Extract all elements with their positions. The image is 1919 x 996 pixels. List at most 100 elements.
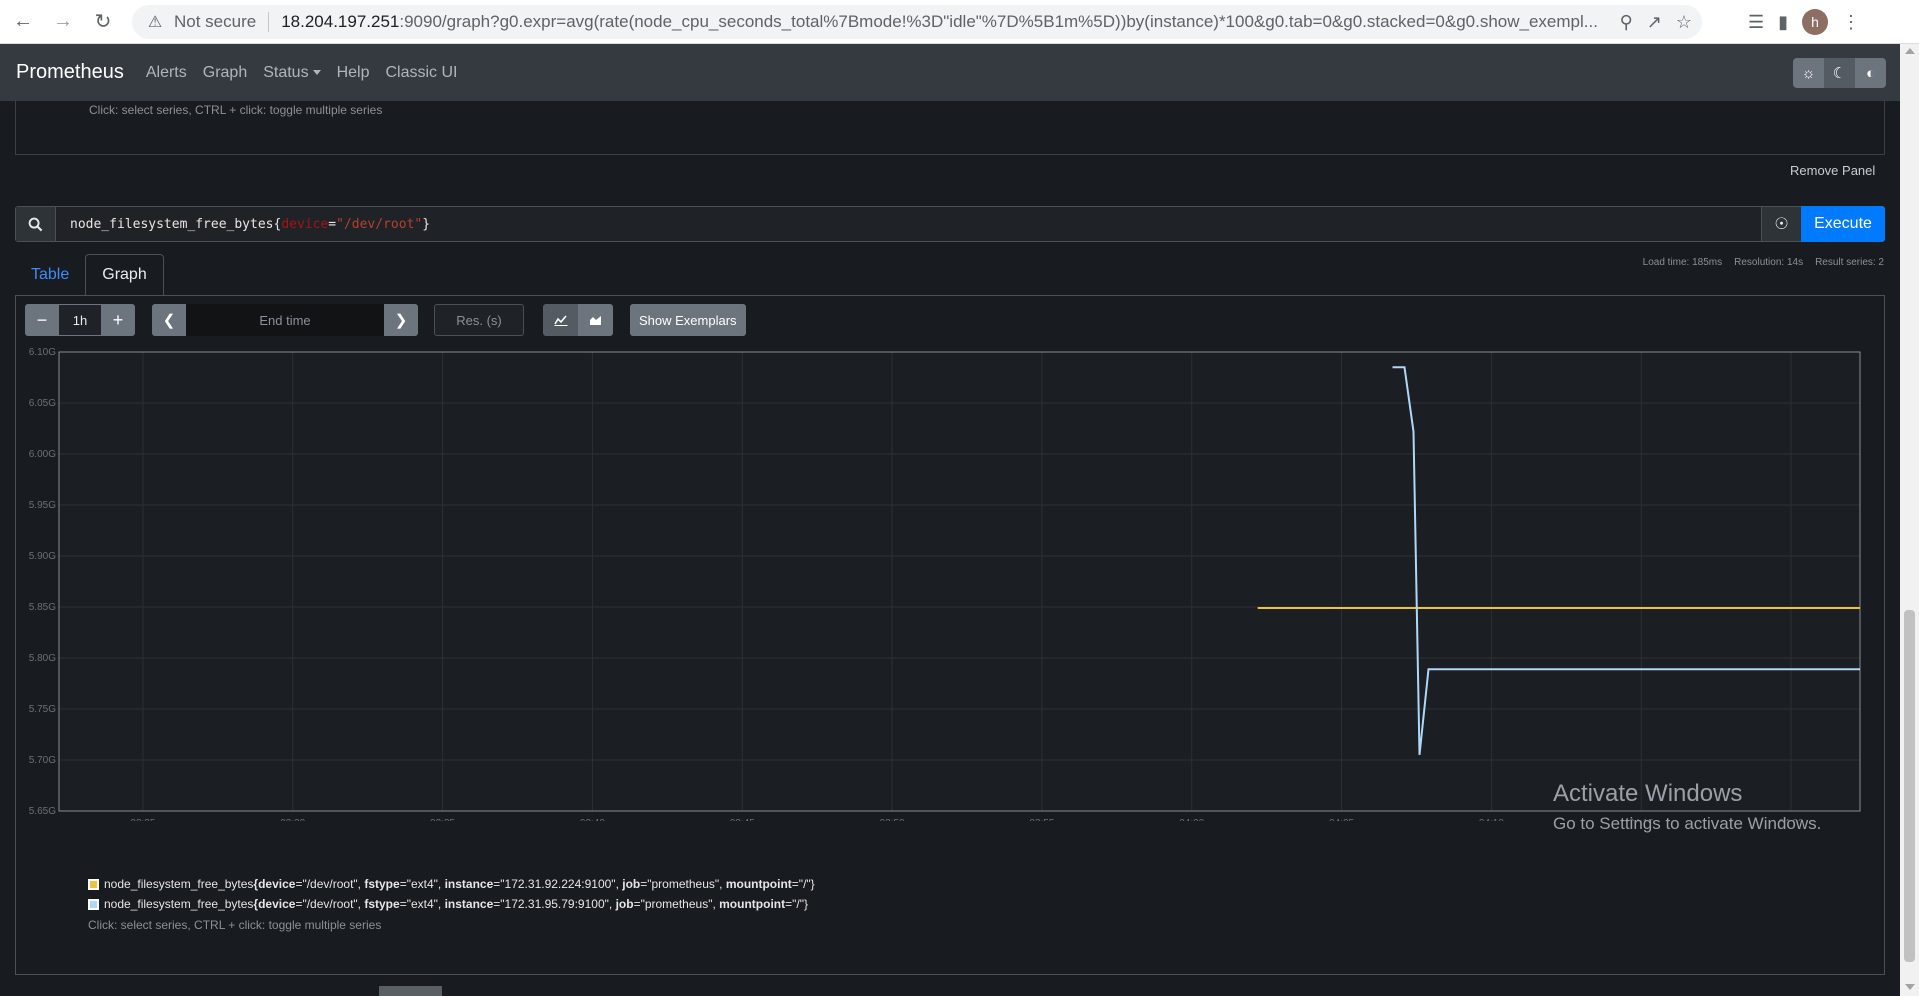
warning-icon[interactable]: ⚠ (146, 13, 164, 31)
chart-svg[interactable]: 6.10G 6.05G 6.00G 5.95G 5.90G 5.85G 5.80G 5.75G… (15, 341, 1885, 829)
media-control-icon[interactable]: ☰ (1748, 12, 1764, 33)
horizontal-scrollbar[interactable] (0, 982, 1900, 996)
resolution-input[interactable]: Res. (s) (434, 304, 524, 336)
tab-graph[interactable]: Graph (85, 254, 164, 296)
legend-label: node_filesystem_free_bytes{device="/dev/… (104, 897, 808, 911)
range-input[interactable]: 1h (59, 304, 101, 336)
profile-avatar[interactable]: h (1802, 9, 1829, 35)
previous-panel: Click: select series, CTRL + click: togg… (15, 101, 1885, 155)
query-label-name: device (281, 216, 329, 232)
legend-swatch (88, 878, 99, 890)
y-tick-label: 6.00G (29, 449, 56, 460)
search-icon (16, 207, 56, 241)
expression-input[interactable]: node_filesystem_free_bytes{device = "/dev/… (56, 207, 1761, 241)
vertical-scroll-thumb[interactable] (1904, 610, 1915, 962)
panel-tabs: Table Graph (15, 254, 164, 296)
series-legend: node_filesystem_free_bytes{device="/dev/… (88, 874, 815, 932)
browser-toolbar: ← → ↻ ⚠ Not secure 18.204.197.251:9090/g… (0, 0, 1919, 44)
legend-item-series-1[interactable]: node_filesystem_free_bytes{device="/dev/… (88, 874, 815, 894)
forward-arrow-icon[interactable]: → (46, 5, 80, 39)
prometheus-navbar: Prometheus Alerts Graph Status Help Clas… (0, 44, 1900, 101)
load-time: Load time: 185ms (1642, 257, 1723, 268)
query-close-brace: } (422, 216, 431, 232)
show-exemplars-button[interactable]: Show Exemplars (630, 304, 746, 336)
scroll-up-arrow-icon[interactable] (1905, 48, 1915, 54)
legend-swatch (88, 898, 99, 910)
graph-controls: − 1h + ❮ End time ❯ Res. (s) Show Exempl… (25, 304, 746, 336)
address-bar[interactable]: ⚠ Not secure 18.204.197.251:9090/graph?g… (132, 5, 1702, 39)
y-tick-label: 6.05G (29, 398, 56, 409)
legend-label: node_filesystem_free_bytes{device="/dev/… (104, 877, 815, 891)
query-metric: node_filesystem_free_bytes (70, 216, 274, 232)
query-label-value: "/dev/root" (336, 216, 423, 232)
previous-panel-hint: Click: select series, CTRL + click: togg… (89, 103, 383, 117)
y-tick-label: 6.10G (29, 347, 56, 358)
y-tick-label: 5.65G (29, 806, 56, 817)
query-stats: Load time: 185ms Resolution: 14s Result … (1643, 257, 1884, 268)
remove-panel-link[interactable]: Remove Panel (1790, 163, 1875, 178)
security-label[interactable]: Not secure (174, 12, 256, 32)
omnibox-divider (268, 12, 270, 32)
y-tick-label: 5.70G (29, 755, 56, 766)
tab-table[interactable]: Table (15, 254, 85, 296)
query-open-brace: { (273, 216, 282, 232)
y-tick-label: 5.95G (29, 500, 56, 511)
scroll-down-arrow-icon[interactable] (1905, 984, 1915, 990)
nav-status-dropdown[interactable]: Status (263, 63, 321, 82)
nav-classic-ui[interactable]: Classic UI (385, 64, 457, 82)
x-tick-label: 03:50 (880, 818, 905, 821)
theme-toggle: ☼ ☾ ◐ (1793, 58, 1886, 88)
url-text[interactable]: 18.204.197.251:9090/graph?g0.expr=avg(ra… (281, 12, 1616, 32)
browser-menu-icon[interactable]: ⋮ (1842, 12, 1860, 33)
x-tick-label: 04:05 (1329, 818, 1354, 821)
side-panel-icon[interactable]: ▮ (1778, 12, 1788, 33)
x-tick-label: 03:35 (430, 818, 455, 821)
later-chevron-right-icon[interactable]: ❯ (384, 304, 418, 336)
query-equals: = (328, 216, 337, 232)
increase-range-plus-icon[interactable]: + (101, 304, 135, 336)
x-tick-label: 03:55 (1029, 818, 1054, 821)
legend-hint: Click: select series, CTRL + click: togg… (88, 918, 382, 932)
execute-button[interactable]: Execute (1801, 206, 1885, 242)
dark-theme-moon-icon[interactable]: ☾ (1824, 58, 1855, 88)
y-tick-label: 5.80G (29, 653, 56, 664)
stacked-area-chart-icon[interactable] (578, 304, 613, 336)
y-tick-label: 5.90G (29, 551, 56, 562)
browser-theme-contrast-icon[interactable]: ◐ (1855, 58, 1886, 88)
vertical-scrollbar[interactable] (1900, 44, 1919, 996)
graph-chart[interactable]: 6.10G 6.05G 6.00G 5.95G 5.90G 5.85G 5.80G 5.75G… (15, 341, 1885, 829)
resolution: Resolution: 14s (1734, 257, 1804, 268)
url-host: 18.204.197.251 (281, 12, 400, 31)
x-tick-label: 03:40 (580, 818, 605, 821)
brand-link[interactable]: Prometheus (16, 61, 124, 84)
end-time-input[interactable]: End time (186, 304, 384, 336)
nav-alerts[interactable]: Alerts (146, 64, 187, 82)
activate-title: Activate Windows (1553, 780, 1743, 807)
y-tick-label: 5.85G (29, 602, 56, 613)
unstacked-line-chart-icon[interactable] (543, 304, 578, 336)
url-path: :9090/graph?g0.expr=avg(rate(node_cpu_se… (399, 12, 1598, 31)
page-content: Click: select series, CTRL + click: togg… (0, 101, 1900, 996)
chevron-down-icon (312, 70, 321, 75)
x-tick-label: 04:10 (1479, 818, 1504, 821)
nav-graph[interactable]: Graph (203, 64, 247, 82)
back-arrow-icon[interactable]: ← (6, 5, 40, 39)
activate-subtitle: Go to Settings to activate Windows. (1553, 814, 1822, 833)
metrics-explorer-globe-icon[interactable]: ☉ (1761, 207, 1801, 241)
legend-item-series-2[interactable]: node_filesystem_free_bytes{device="/dev/… (88, 894, 815, 914)
x-tick-label: 03:30 (280, 818, 305, 821)
y-tick-label: 5.75G (29, 704, 56, 715)
x-tick-label: 03:25 (130, 818, 155, 821)
zoom-icon[interactable]: ⚲ (1620, 12, 1633, 33)
horizontal-scroll-thumb[interactable] (379, 986, 442, 996)
nav-status-label: Status (263, 63, 309, 81)
result-series: Result series: 2 (1815, 257, 1884, 268)
reload-icon[interactable]: ↻ (86, 5, 120, 39)
light-theme-sun-icon[interactable]: ☼ (1793, 58, 1824, 88)
decrease-range-minus-icon[interactable]: − (25, 304, 59, 336)
bookmark-star-icon[interactable]: ☆ (1676, 12, 1692, 33)
earlier-chevron-left-icon[interactable]: ❮ (152, 304, 186, 336)
nav-help[interactable]: Help (337, 64, 370, 82)
share-icon[interactable]: ↗ (1647, 12, 1662, 33)
plot-area (58, 351, 1861, 812)
